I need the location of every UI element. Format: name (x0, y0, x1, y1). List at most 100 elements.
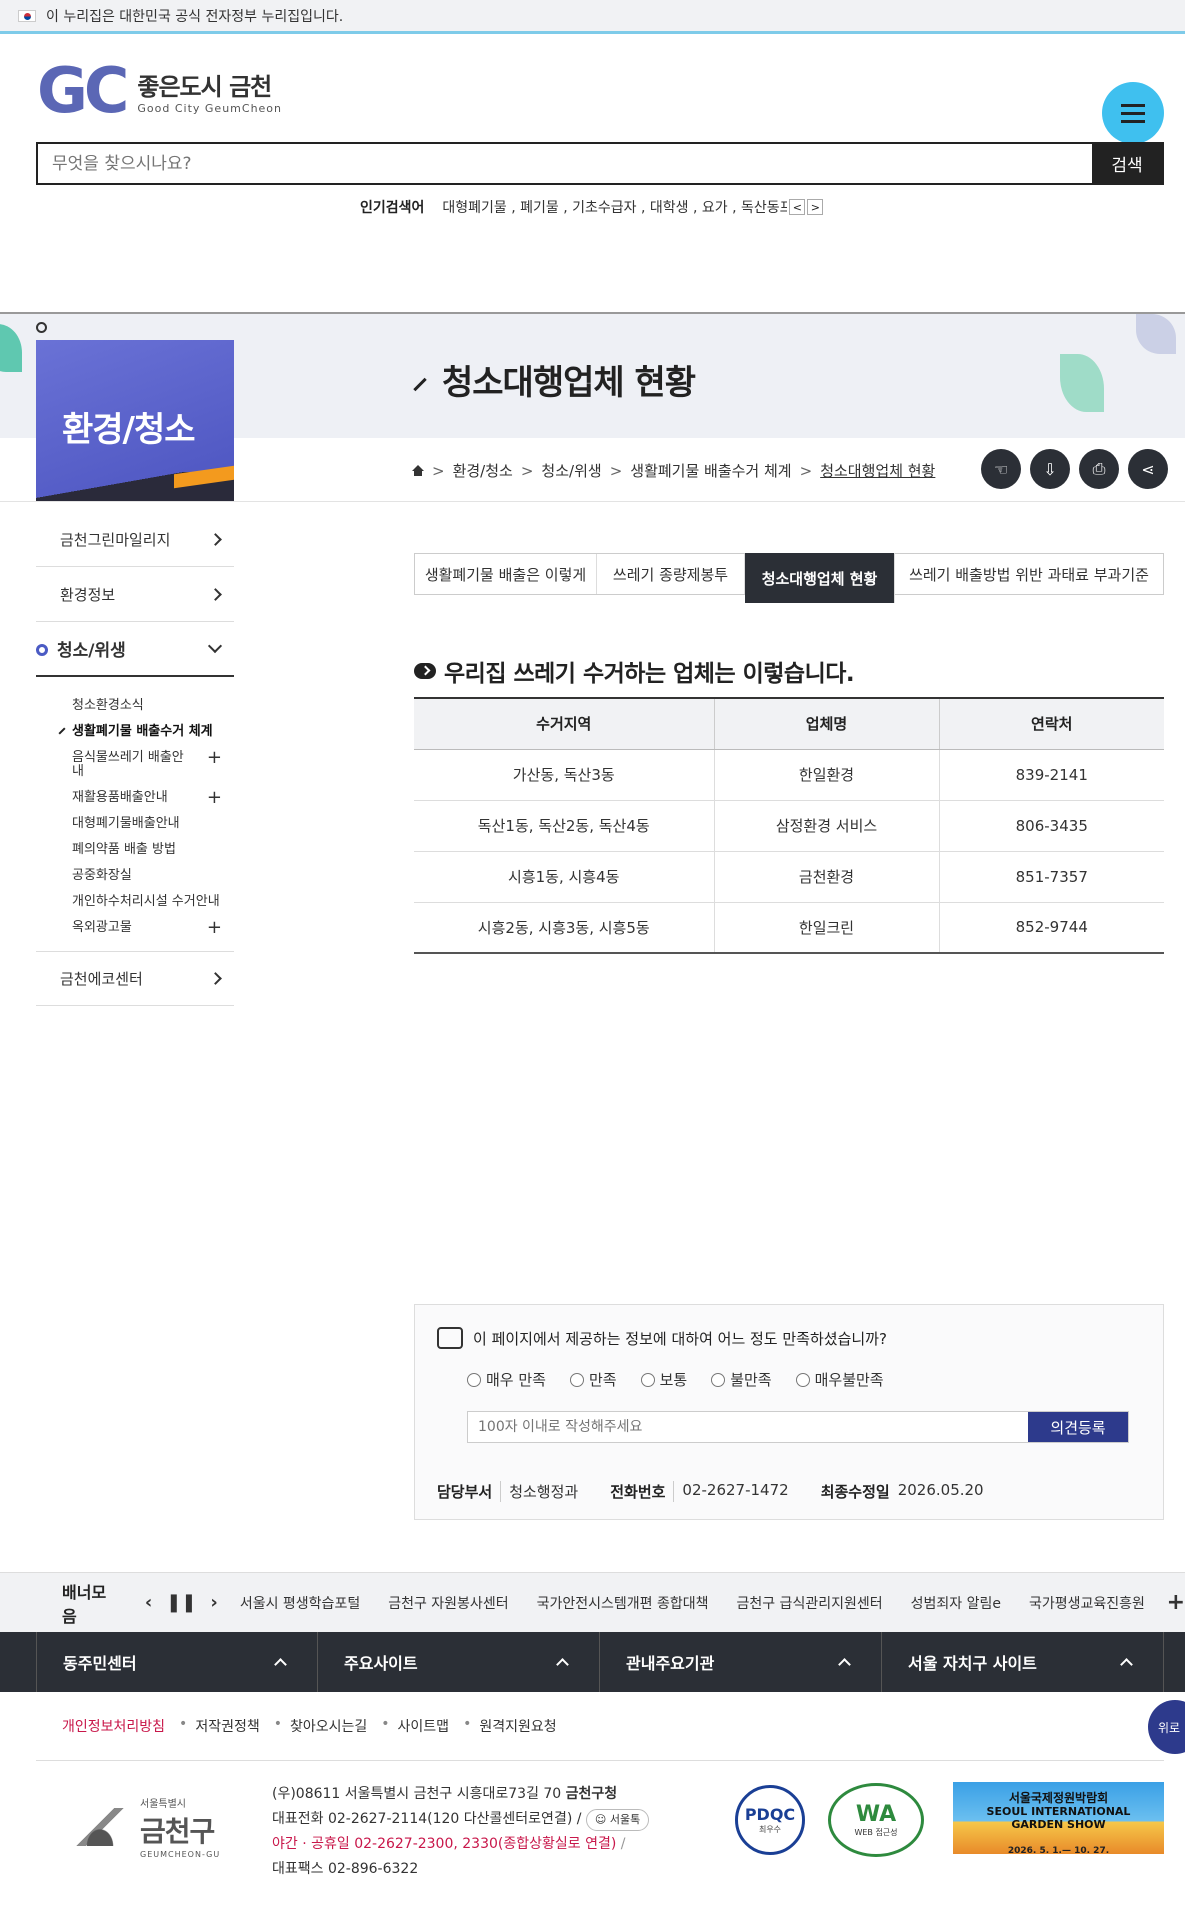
garden-en2: GARDEN SHOW (1011, 1818, 1106, 1831)
tab-agencies[interactable]: 청소대행업체 현황 (745, 553, 895, 603)
footer-link-sitemap[interactable]: 사이트맵 (398, 1716, 450, 1736)
sidebar-item-eco-center[interactable]: 금천에코센터 (36, 951, 234, 1006)
chevron-right-icon (209, 532, 222, 546)
opinion-submit-button[interactable]: 의견등록 (1028, 1412, 1128, 1442)
scroll-top-button[interactable]: 위로 (1148, 1700, 1185, 1754)
banner-pause-icon[interactable]: ❚❚ (166, 1592, 196, 1613)
chevron-up-icon (1120, 1658, 1133, 1671)
table-row: 시흥2동, 시흥3동, 시흥5동 한일크린 852-9744 (414, 902, 1164, 954)
footer-link-directions[interactable]: 찾아오시는길 (290, 1716, 367, 1736)
survey-option-satisfied[interactable]: 만족 (569, 1369, 617, 1390)
home-icon[interactable] (412, 465, 424, 476)
submenu-item[interactable]: 개인하수처리시설 수거안내 (72, 889, 234, 915)
breadcrumb-item[interactable]: 환경/청소 (453, 460, 513, 481)
banner-item[interactable]: 서울시 평생학습포털 (240, 1593, 360, 1613)
radio-icon[interactable] (569, 1373, 584, 1387)
quicklink-local-agencies[interactable]: 관내주요기관 (600, 1632, 882, 1692)
breadcrumb-item[interactable]: 청소/위생 (541, 460, 601, 481)
survey-option-very-satisfied[interactable]: 매우 만족 (467, 1369, 546, 1390)
quicklink-main-sites[interactable]: 주요사이트 (318, 1632, 600, 1692)
download-icon[interactable]: ⇩ (1030, 449, 1070, 489)
scroll-top-label: 위로 (1157, 1720, 1181, 1735)
sidebar-item-env-info[interactable]: 환경정보 (36, 567, 234, 622)
plus-icon[interactable]: + (207, 789, 222, 807)
popular-keyword-list[interactable]: 대형폐기물 , 폐기물 , 기초수급자 , 대학생 , 요가 , 독산동프로 (442, 197, 787, 217)
logo-subtitle: Good City GeumCheon (137, 102, 283, 115)
table-cell: 852-9744 (939, 902, 1164, 954)
seoul-talk-button[interactable]: ☺ 서울톡 (585, 1809, 650, 1831)
banner-item[interactable]: 금천구 급식관리지원센터 (736, 1593, 882, 1613)
leaf-decoration-icon (1060, 354, 1104, 412)
category-box: 환경/청소 (36, 340, 234, 502)
footer-link-privacy[interactable]: 개인정보처리방침 (62, 1716, 165, 1736)
web-accessibility-badge[interactable]: WA WEB 접근성 (828, 1783, 924, 1857)
submenu-item[interactable]: 청소환경소식 (72, 693, 234, 719)
sidebar-item-green-mileage[interactable]: 금천그린마일리지 (36, 512, 234, 567)
quicklink-community-centers[interactable]: 동주민센터 (36, 1632, 318, 1692)
banner-more-icon[interactable]: + (1167, 1590, 1185, 1615)
survey-option-neutral[interactable]: 보통 (640, 1369, 687, 1390)
table-header-row: 수거지역 업체명 연락처 (414, 697, 1164, 750)
table-cell: 806-3435 (939, 800, 1164, 852)
submenu-item[interactable]: 공중화장실 (72, 863, 234, 889)
radio-icon[interactable] (467, 1373, 481, 1387)
hand-icon[interactable]: ☜ (981, 449, 1021, 489)
survey-option-very-dissatisfied[interactable]: 매우불만족 (795, 1369, 884, 1390)
quicklink-seoul-districts[interactable]: 서울 자치구 사이트 (882, 1632, 1164, 1692)
site-logo[interactable]: GC 좋은도시 금천 Good City GeumCheon (37, 60, 282, 122)
footer-link-remote-support[interactable]: 원격지원요청 (479, 1716, 556, 1736)
menu-button[interactable] (1102, 82, 1164, 144)
garden-en1: SEOUL INTERNATIONAL (986, 1805, 1131, 1818)
breadcrumb-item[interactable]: 생활폐기물 배출수거 체계 (630, 460, 791, 481)
submenu-item[interactable]: 옥외광고물 + (72, 915, 234, 941)
submenu-item[interactable]: 재활용품배출안내 + (72, 785, 234, 811)
radio-icon[interactable] (711, 1373, 726, 1387)
gov-banner[interactable]: 이 누리집은 대한민국 공식 전자정부 누리집입니다. (0, 0, 1185, 34)
gov-banner-text: 이 누리집은 대한민국 공식 전자정부 누리집입니다. (46, 8, 344, 25)
garden-show-banner[interactable]: 서울국제정원박람회 SEOUL INTERNATIONAL GARDEN SHO… (953, 1782, 1164, 1854)
section-heading-text: 우리집 쓰레기 수거하는 업체는 이렇습니다. (444, 661, 855, 687)
submenu-item[interactable]: 폐의약품 배출 방법 (72, 837, 234, 863)
breadcrumb-current[interactable]: 청소대행업체 현황 (820, 460, 935, 481)
chevron-up-icon (838, 1658, 851, 1671)
submenu-item[interactable]: 음식물쓰레기 배출안내 + (72, 745, 234, 785)
opinion-input[interactable] (468, 1412, 1028, 1442)
radio-icon[interactable] (795, 1373, 810, 1387)
survey-option-dissatisfied[interactable]: 불만족 (711, 1369, 772, 1390)
banner-item[interactable]: 성범죄자 알림e (911, 1593, 1001, 1613)
table-header: 업체명 (714, 697, 940, 750)
submenu-label: 청소환경소식 (72, 698, 144, 713)
table-row: 시흥1동, 시흥4동 금천환경 851-7357 (414, 851, 1164, 903)
print-icon[interactable]: ⎙ (1079, 449, 1119, 489)
plus-icon[interactable]: + (207, 749, 222, 767)
tab-disposal-guide[interactable]: 생활폐기물 배출은 이렇게 (415, 554, 597, 594)
banner-item[interactable]: 금천구 자원봉사센터 (388, 1593, 508, 1613)
radio-icon[interactable] (640, 1373, 655, 1387)
chat-icon (437, 1327, 463, 1349)
popular-prev-button[interactable]: < (789, 199, 806, 215)
banner-item[interactable]: 국가평생교육진흥원 (1029, 1593, 1145, 1613)
section-heading: 우리집 쓰레기 수거하는 업체는 이렇습니다. (414, 654, 855, 688)
submenu-item[interactable]: 대형폐기물배출안내 (72, 811, 234, 837)
share-icon[interactable]: ⋖ (1128, 449, 1168, 489)
search-input[interactable] (38, 144, 1092, 183)
option-label: 매우불만족 (814, 1371, 884, 1389)
garden-date: 2026. 5. 1.— 10. 27. (1007, 1846, 1110, 1854)
popular-next-button[interactable]: > (807, 199, 824, 215)
search-button[interactable]: 검색 (1092, 144, 1162, 183)
tab-penalties[interactable]: 쓰레기 배출방법 위반 과태료 부과기준 (895, 554, 1163, 594)
submenu-item-active[interactable]: 생활폐기물 배출수거 체계 (72, 719, 234, 745)
sidebar-item-label: 금천그린마일리지 (60, 530, 171, 549)
banner-item[interactable]: 국가안전시스템개편 종합대책 (537, 1593, 709, 1613)
banner-prev-icon[interactable]: ‹ (145, 1592, 152, 1613)
address-phone: 대표전화 02-2627-2114(120 다산콜센터로연결) (272, 1811, 573, 1827)
tab-volume-bags[interactable]: 쓰레기 종량제봉투 (597, 554, 745, 594)
sidebar-item-cleaning[interactable]: 청소/위생 (36, 622, 234, 677)
pdqc-cert-badge[interactable]: PDQC 최우수 (735, 1785, 805, 1855)
survey-question: 이 페이지에서 제공하는 정보에 대하여 어느 정도 만족하셨습니까? (437, 1327, 887, 1349)
cert-sub: WEB 접근성 (854, 1828, 898, 1837)
footer-link-copyright[interactable]: 저작권정책 (195, 1716, 259, 1736)
plus-icon[interactable]: + (207, 919, 222, 937)
option-label: 불만족 (730, 1371, 772, 1389)
banner-next-icon[interactable]: › (210, 1592, 217, 1613)
